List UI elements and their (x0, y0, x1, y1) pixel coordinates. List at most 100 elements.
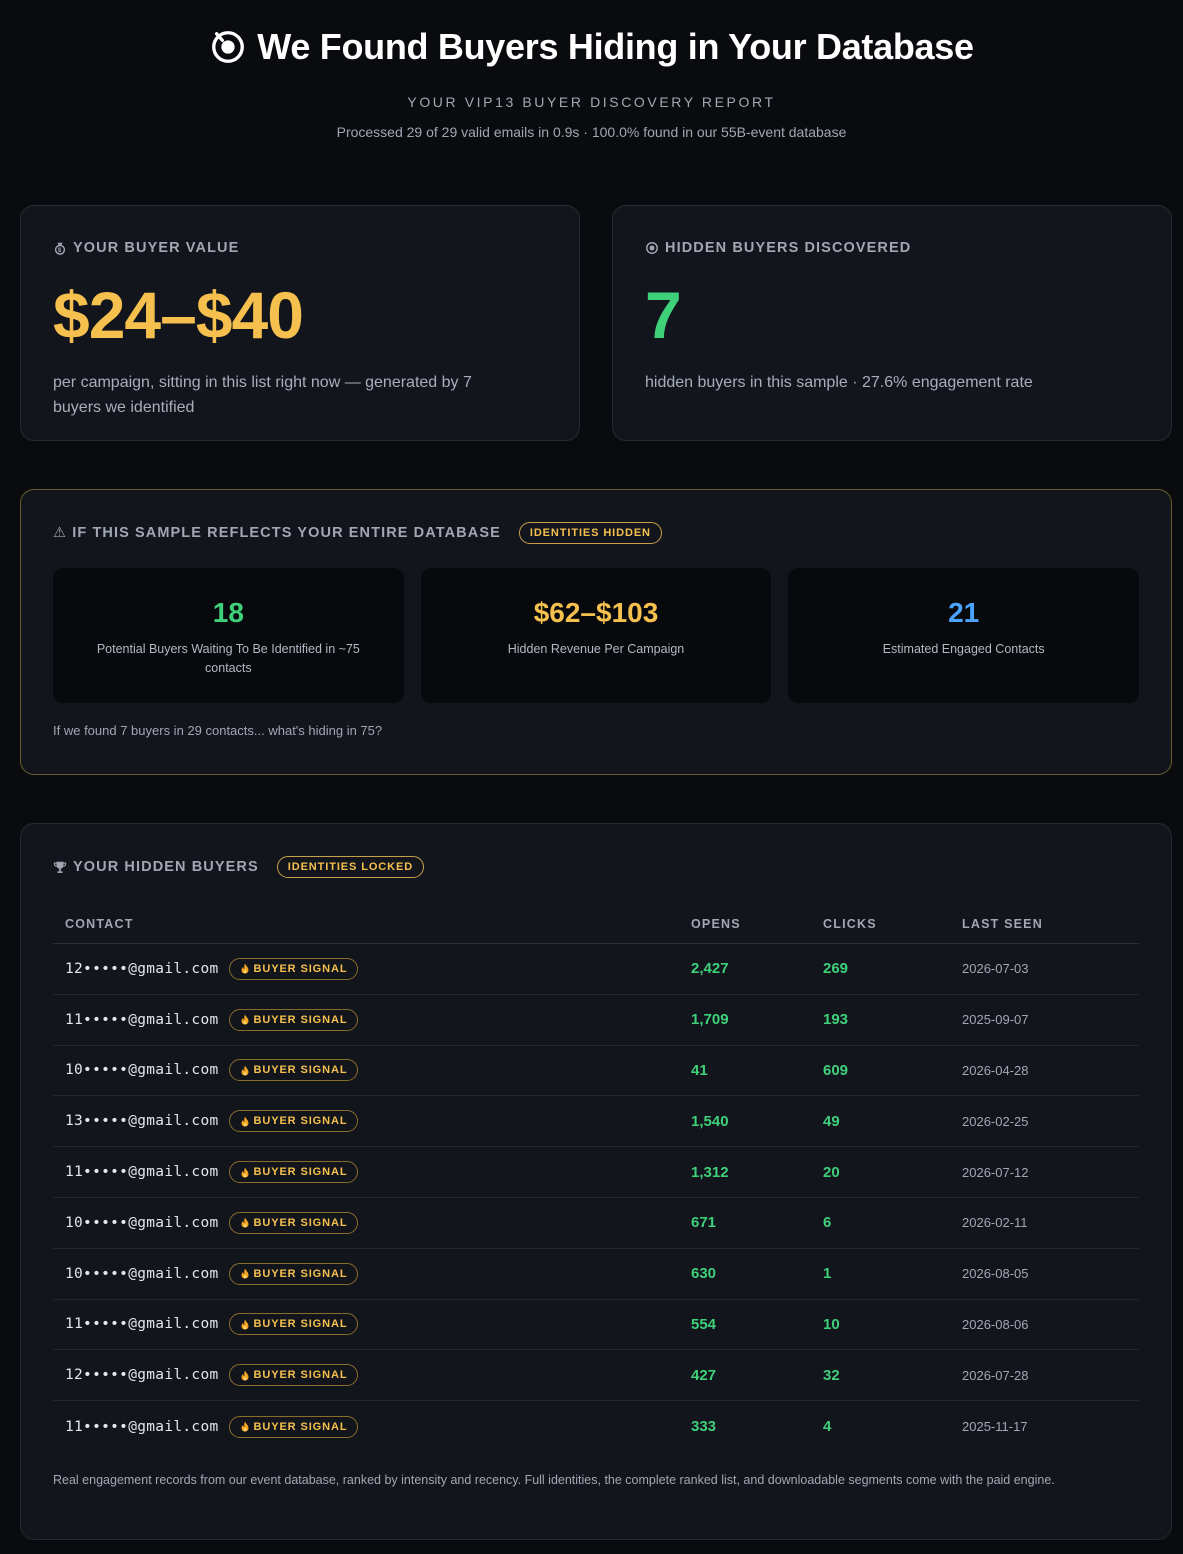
identities-hidden-badge: IDENTITIES HIDDEN (518, 522, 662, 544)
masked-email: 12•••••@gmail.com (65, 960, 219, 977)
report-page: We Found Buyers Hiding in Your Database … (0, 0, 1183, 1554)
fire-icon (241, 1065, 248, 1076)
table-row[interactable]: 10•••••@gmail.com BUYER SIGNAL 671 6 2026-02… (53, 1198, 1139, 1249)
opens-cell: 554 (691, 1315, 717, 1333)
fire-icon (241, 1370, 248, 1381)
column-header-contact[interactable]: CONTACT (53, 917, 691, 931)
hidden-buyers-table-card: YOUR HIDDEN BUYERS IDENTITIES LOCKED CON… (20, 823, 1172, 1540)
last-seen-cell: 2026-07-12 (962, 1164, 1029, 1180)
buyer-signal-badge: BUYER SIGNAL (228, 1008, 359, 1031)
identities-locked-badge: IDENTITIES LOCKED (276, 856, 425, 878)
masked-email: 11•••••@gmail.com (65, 1418, 219, 1435)
last-seen-cell: 2026-04-28 (962, 1062, 1029, 1078)
contact-cell: 11•••••@gmail.com BUYER SIGNAL (53, 1313, 691, 1336)
table-row[interactable]: 12•••••@gmail.com BUYER SIGNAL 427 32 2026-0… (53, 1350, 1139, 1402)
buyer-signal-badge: BUYER SIGNAL (228, 1415, 359, 1438)
projection-label-row: ⚠ IF THIS SAMPLE REFLECTS YOUR ENTIRE DA… (53, 522, 1139, 544)
buyer-signal-label: BUYER SIGNAL (253, 962, 348, 975)
fire-icon (241, 1167, 248, 1178)
clicks-cell: 1 (823, 1265, 832, 1283)
opens-cell: 630 (691, 1265, 717, 1283)
last-seen-cell: 2026-02-11 (962, 1215, 1028, 1231)
fire-icon (241, 1217, 248, 1228)
contact-cell: 12•••••@gmail.com BUYER SIGNAL (53, 957, 691, 980)
table-row[interactable]: 11•••••@gmail.com BUYER SIGNAL 333 4 2025-11… (53, 1401, 1139, 1452)
hidden-buyers-card: HIDDEN BUYERS DISCOVERED 7 hidden buyers… (612, 205, 1172, 441)
database-projection-card: ⚠ IF THIS SAMPLE REFLECTS YOUR ENTIRE DA… (20, 489, 1172, 775)
stat-value: $62–$103 (533, 597, 659, 628)
clicks-cell: 20 (823, 1163, 840, 1181)
contact-cell: 11•••••@gmail.com BUYER SIGNAL (53, 1008, 691, 1031)
last-seen-cell: 2025-11-17 (962, 1419, 1028, 1435)
svg-text:$: $ (58, 247, 62, 254)
buyer-value-card: $ YOUR BUYER VALUE $24–$40 per campaign,… (20, 205, 580, 441)
column-header-last-seen[interactable]: LAST SEEN (962, 917, 1139, 931)
table-row[interactable]: 10•••••@gmail.com BUYER SIGNAL 41 609 2026-0… (53, 1046, 1139, 1097)
buyer-signal-badge: BUYER SIGNAL (228, 1110, 359, 1133)
opens-cell: 427 (691, 1366, 717, 1384)
buyer-signal-badge: BUYER SIGNAL (228, 1059, 359, 1082)
masked-email: 12•••••@gmail.com (65, 1367, 219, 1384)
masked-email: 10•••••@gmail.com (65, 1062, 219, 1079)
clicks-cell: 4 (823, 1418, 832, 1436)
masked-email: 10•••••@gmail.com (65, 1214, 219, 1231)
opens-cell: 41 (691, 1061, 708, 1079)
buyer-signal-label: BUYER SIGNAL (253, 1115, 348, 1128)
opens-cell: 671 (691, 1214, 717, 1232)
clicks-cell: 10 (823, 1315, 840, 1333)
opens-cell: 333 (691, 1418, 717, 1436)
hidden-buyers-label-row: HIDDEN BUYERS DISCOVERED (645, 240, 1139, 256)
stat-engaged-contacts: 21 Estimated Engaged Contacts (788, 568, 1140, 703)
fire-icon (241, 1116, 248, 1127)
projection-label: ⚠ IF THIS SAMPLE REFLECTS YOUR ENTIRE DA… (53, 525, 501, 541)
clicks-cell: 6 (823, 1214, 832, 1232)
last-seen-cell: 2025-09-07 (962, 1012, 1029, 1028)
report-subtitle: YOUR VIP13 BUYER DISCOVERY REPORT (407, 94, 776, 110)
buyers-label: YOUR HIDDEN BUYERS (73, 859, 259, 875)
stat-label: Potential Buyers Waiting To Be Identifie… (96, 642, 360, 675)
hidden-buyers-description: hidden buyers in this sample · 27.6% eng… (645, 374, 1033, 391)
masked-email: 11•••••@gmail.com (65, 1011, 219, 1028)
trophy-icon (53, 861, 67, 873)
report-header: We Found Buyers Hiding in Your Database … (0, 26, 1183, 140)
buyer-signal-badge: BUYER SIGNAL (228, 957, 359, 980)
buyer-signal-label: BUYER SIGNAL (253, 1369, 348, 1382)
target-icon (212, 31, 245, 63)
opens-cell: 2,427 (691, 960, 729, 978)
opens-cell: 1,540 (691, 1112, 729, 1130)
hidden-buyers-table: CONTACT OPENS CLICKS LAST SEEN 12•••••@g… (53, 904, 1139, 1452)
table-row[interactable]: 11•••••@gmail.com BUYER SIGNAL 1,312 20 2026… (53, 1147, 1139, 1198)
clicks-cell: 269 (823, 960, 849, 978)
contact-cell: 10•••••@gmail.com BUYER SIGNAL (53, 1211, 691, 1234)
masked-email: 11•••••@gmail.com (65, 1164, 219, 1181)
masked-email: 13•••••@gmail.com (65, 1113, 219, 1130)
buyer-signal-label: BUYER SIGNAL (253, 1013, 348, 1026)
fire-icon (241, 1421, 248, 1432)
fire-icon (241, 963, 248, 974)
hidden-buyers-count: 7 (645, 278, 682, 352)
column-header-opens[interactable]: OPENS (691, 917, 823, 931)
table-row[interactable]: 12•••••@gmail.com BUYER SIGNAL 2,427 269 202… (53, 944, 1139, 995)
table-header: CONTACT OPENS CLICKS LAST SEEN (53, 904, 1139, 944)
money-bag-icon: $ (54, 242, 66, 255)
buyer-signal-label: BUYER SIGNAL (253, 1064, 348, 1077)
buyer-signal-badge: BUYER SIGNAL (228, 1364, 359, 1387)
table-row[interactable]: 11•••••@gmail.com BUYER SIGNAL 1,709 193 202… (53, 995, 1139, 1046)
table-body: 12•••••@gmail.com BUYER SIGNAL 2,427 269 202… (53, 944, 1139, 1452)
masked-email: 11•••••@gmail.com (65, 1316, 219, 1333)
buyer-signal-badge: BUYER SIGNAL (228, 1262, 359, 1285)
buyers-label-row: YOUR HIDDEN BUYERS IDENTITIES LOCKED (53, 856, 1139, 878)
table-row[interactable]: 11•••••@gmail.com BUYER SIGNAL 554 10 2026-0… (53, 1300, 1139, 1351)
table-row[interactable]: 10•••••@gmail.com BUYER SIGNAL 630 1 2026-08… (53, 1249, 1139, 1300)
last-seen-cell: 2026-08-06 (962, 1316, 1029, 1332)
column-header-clicks[interactable]: CLICKS (823, 917, 962, 931)
buyer-value-description: per campaign, sitting in this list right… (53, 374, 472, 416)
clicks-cell: 609 (823, 1061, 849, 1079)
table-row[interactable]: 13•••••@gmail.com BUYER SIGNAL 1,540 49 2026… (53, 1096, 1139, 1148)
opens-cell: 1,312 (691, 1163, 729, 1181)
buyer-signal-badge: BUYER SIGNAL (228, 1161, 359, 1184)
buyer-signal-label: BUYER SIGNAL (253, 1267, 348, 1280)
last-seen-cell: 2026-08-05 (962, 1266, 1029, 1282)
title-row: We Found Buyers Hiding in Your Database (0, 26, 1183, 68)
stat-label: Estimated Engaged Contacts (882, 642, 1045, 656)
